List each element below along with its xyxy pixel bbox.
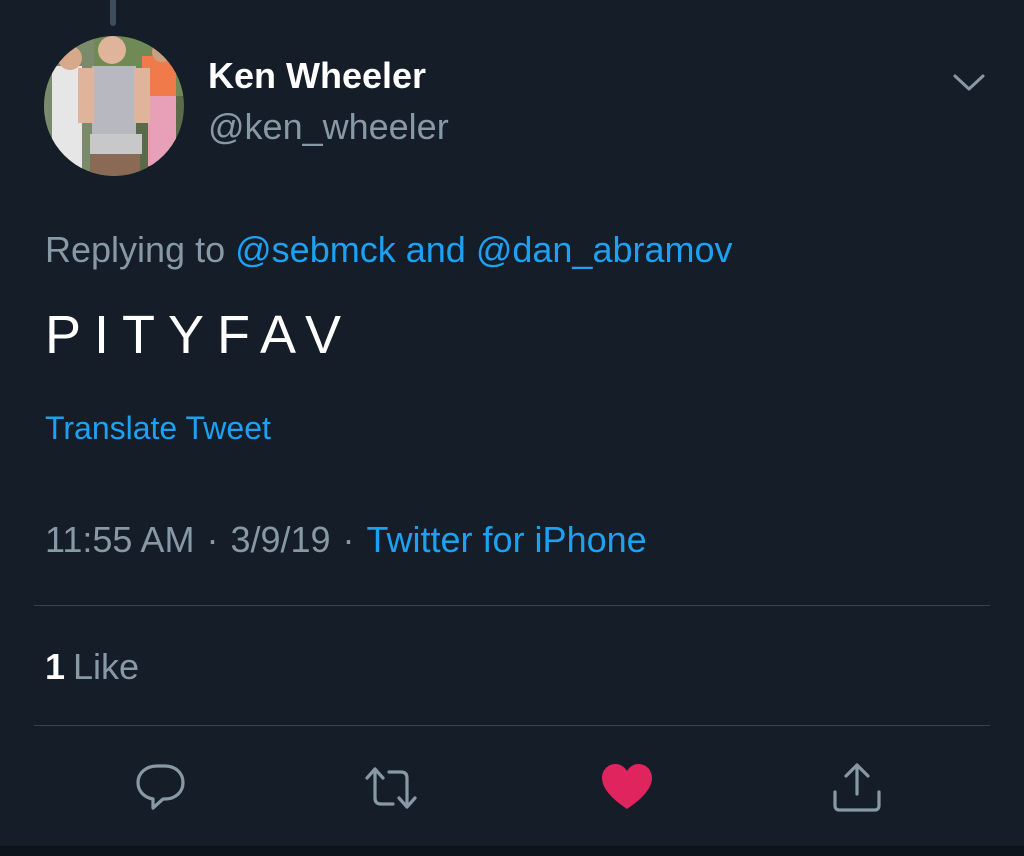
likes-count[interactable]: 1 Like — [45, 646, 139, 688]
avatar[interactable] — [44, 36, 184, 176]
retweet-button[interactable] — [363, 760, 419, 816]
author-display-name[interactable]: Ken Wheeler — [208, 55, 426, 97]
tweet-text: PITYFAV — [45, 305, 355, 365]
mention-sebmck[interactable]: @sebmck — [235, 229, 396, 270]
divider — [34, 725, 990, 726]
retweet-icon — [365, 767, 417, 809]
mention-dan-abramov[interactable]: @dan_abramov — [476, 229, 733, 270]
share-button[interactable] — [829, 760, 885, 816]
likes-number: 1 — [45, 646, 66, 687]
tweet-source-link[interactable]: Twitter for iPhone — [367, 519, 647, 560]
divider — [34, 605, 990, 606]
author-handle[interactable]: @ken_wheeler — [208, 106, 449, 148]
tweet-time: 11:55 AM — [45, 519, 195, 560]
tweet-date: 3/9/19 — [230, 519, 331, 560]
heart-icon — [602, 764, 652, 809]
chevron-down-icon[interactable] — [948, 66, 990, 98]
tweet-metadata: 11:55 AM · 3/9/19 · Twitter for iPhone — [45, 519, 647, 561]
like-button[interactable] — [599, 760, 655, 816]
likes-label: Like — [73, 646, 140, 687]
comment-icon — [136, 764, 185, 810]
replying-to: Replying to @sebmck and @dan_abramov — [45, 229, 733, 271]
thread-connector-line — [110, 0, 116, 26]
meta-separator: · — [206, 519, 219, 560]
replying-to-conjunction: and — [405, 229, 466, 270]
replying-to-prefix: Replying to — [45, 229, 226, 270]
reply-button[interactable] — [133, 760, 189, 816]
meta-separator: · — [342, 519, 355, 560]
bottom-edge — [0, 846, 1024, 856]
avatar-photo — [44, 36, 184, 176]
share-icon — [833, 763, 881, 812]
translate-tweet-link[interactable]: Translate Tweet — [45, 410, 271, 447]
